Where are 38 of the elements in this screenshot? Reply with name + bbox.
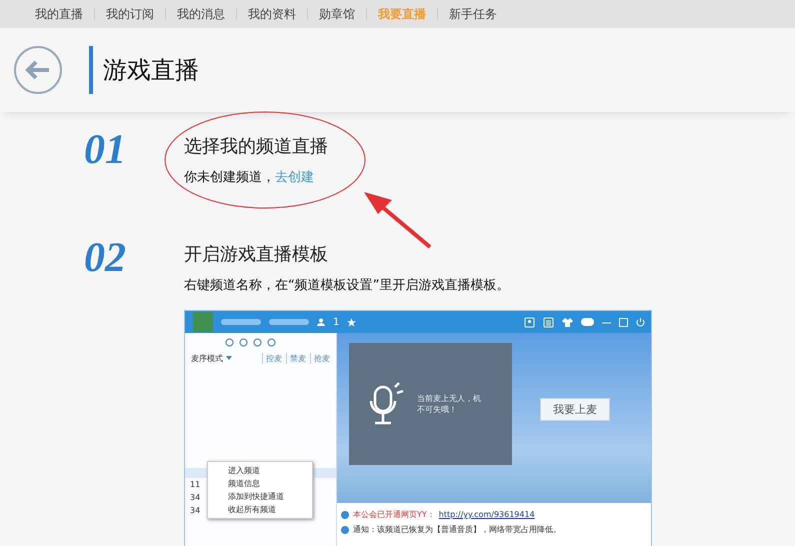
menu-item[interactable]: 进入频道 <box>208 464 312 477</box>
nav-tab[interactable]: 勋章馆 <box>308 8 367 20</box>
nav-tab[interactable]: 我的资料 <box>237 8 308 20</box>
step-text: 你未创建频道，去创建 <box>184 169 315 186</box>
person-icon <box>317 318 325 326</box>
dropdown-caret-icon[interactable] <box>226 356 232 360</box>
arrow <box>364 192 432 249</box>
message-text: 本公会已开通网页YY： <box>353 509 435 520</box>
shirt-icon[interactable] <box>562 316 573 328</box>
notice-text: 通知：该频道已恢复为【普通音质】，网络带宽占用降低。 <box>353 524 561 535</box>
blurred-name <box>221 319 261 325</box>
step-number: 01 <box>84 126 127 175</box>
join-mic-button[interactable]: 我要上麦 <box>540 398 610 421</box>
step-text: 右键频道名称，在“频道模板设置”里开启游戏直播模板。 <box>184 277 510 294</box>
microphone-icon <box>369 381 405 427</box>
logo-icon <box>193 312 213 332</box>
menu-item[interactable]: 收起所有频道 <box>208 503 312 516</box>
nav-tab[interactable]: 新手任务 <box>438 8 508 20</box>
document-icon[interactable] <box>543 316 554 328</box>
stage-message: 当前麦上无人，机不可失哦！ <box>417 393 482 415</box>
left-arrow-icon <box>25 60 51 80</box>
menu-item[interactable]: 频道信息 <box>208 477 312 490</box>
page-title: 游戏直播 <box>103 55 199 86</box>
menu-item[interactable]: 添加到快捷通道 <box>208 490 312 503</box>
maximize-icon[interactable] <box>619 318 628 326</box>
mic-mode-dropdown[interactable]: 麦序模式 <box>191 353 223 364</box>
step-title: 选择我的频道直播 <box>184 135 328 158</box>
nav-tab[interactable]: 我的消息 <box>166 8 237 20</box>
power-icon[interactable] <box>636 318 645 326</box>
star-icon <box>347 318 356 326</box>
step-title: 开启游戏直播模板 <box>184 243 329 266</box>
nav-tab[interactable]: 我的直播 <box>24 8 95 20</box>
step-number: 02 <box>84 234 127 283</box>
channel-link[interactable]: http://yy.com/93619414 <box>438 510 535 519</box>
online-count: 1 <box>333 316 340 328</box>
nav-tab[interactable]: 我的订阅 <box>95 8 166 20</box>
blurred-id <box>269 319 309 325</box>
back-button[interactable] <box>14 46 62 94</box>
